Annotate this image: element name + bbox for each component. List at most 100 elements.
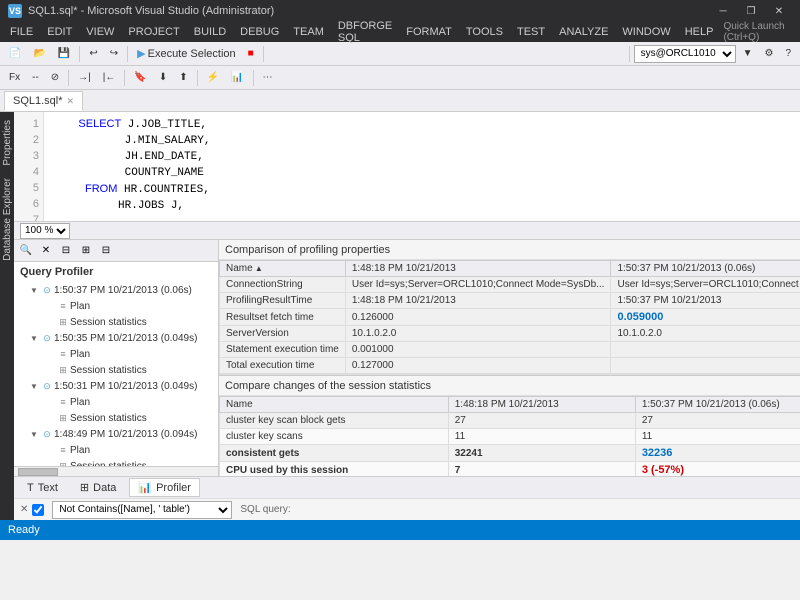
sql-tb-sep-4 — [253, 70, 254, 86]
execute-button[interactable]: ▶ Execute Selection — [132, 44, 241, 64]
expand-arrow-4[interactable]: ▼ — [30, 430, 40, 439]
tree-node-2b[interactable]: ⊞ Session statistics — [14, 362, 218, 378]
filter-close-btn[interactable]: ✕ — [20, 504, 28, 515]
quick-launch-label: Quick Launch (Ctrl+Q) — [723, 21, 795, 43]
menu-file[interactable]: FILE — [4, 22, 39, 42]
indent-button[interactable]: →| — [73, 68, 96, 88]
close-button[interactable]: ✕ — [766, 2, 792, 20]
tree-node-4b[interactable]: ⊞ Session statistics — [14, 458, 218, 466]
line-numbers: 1 2 3 4 5 6 7 — [14, 112, 44, 221]
profiler-table: Name 1:48:18 PM 10/21/2013 1:50:37 PM 10… — [219, 260, 800, 374]
menu-team[interactable]: TEAM — [287, 22, 330, 42]
menu-help[interactable]: HELP — [679, 22, 720, 42]
redo-button[interactable]: ↪ — [105, 44, 123, 64]
tree-node-4[interactable]: ▼ ⊙ 1:48:49 PM 10/21/2013 (0.094s) — [14, 426, 218, 442]
tree-node-1a[interactable]: ≡ Plan — [14, 298, 218, 314]
menu-project[interactable]: PROJECT — [122, 22, 185, 42]
prev-bookmark-button[interactable]: ⬆ — [174, 68, 192, 88]
tree-node-4a[interactable]: ≡ Plan — [14, 442, 218, 458]
tree-node-3[interactable]: ▼ ⊙ 1:50:31 PM 10/21/2013 (0.049s) — [14, 378, 218, 394]
table-row: CPU used by this session 7 3 (-57%) — [220, 462, 800, 477]
tree-delete-btn[interactable]: ✕ — [38, 243, 54, 259]
comment-button[interactable]: -- — [27, 68, 44, 88]
tree-clear-btn[interactable]: ⊟ — [58, 243, 74, 259]
title-bar: VS SQL1.sql* - Microsoft Visual Studio (… — [0, 0, 800, 22]
new-file-button[interactable]: 📄 — [4, 44, 26, 64]
compare-table-wrap[interactable]: Name 1:48:18 PM 10/21/2013 1:50:37 PM 10… — [219, 396, 800, 476]
compare-col-val1[interactable]: 1:48:18 PM 10/21/2013 — [448, 397, 635, 413]
menu-format[interactable]: FORMAT — [400, 22, 458, 42]
menu-edit[interactable]: EDIT — [41, 22, 78, 42]
tab-sql1-close[interactable]: ✕ — [67, 96, 75, 107]
run-profiler-button[interactable]: ⚡ — [202, 68, 224, 88]
hscroll-thumb[interactable] — [18, 468, 58, 476]
minimize-button[interactable]: ─ — [710, 2, 736, 20]
tree-content[interactable]: ▼ ⊙ 1:50:37 PM 10/21/2013 (0.06s) ≡ Plan — [14, 282, 218, 466]
connection-select[interactable]: sys@ORCL1010 — [634, 45, 736, 63]
plan-icon-2a: ≡ — [56, 347, 70, 361]
compare-col-val2[interactable]: 1:50:37 PM 10/21/2013 (0.06s) — [635, 397, 800, 413]
tab-strip: SQL1.sql* ✕ — [0, 90, 800, 112]
bookmark-button[interactable]: 🔖 — [129, 68, 151, 88]
menu-view[interactable]: VIEW — [80, 22, 120, 42]
next-bookmark-button[interactable]: ⬇ — [154, 68, 172, 88]
profiler-col-val2[interactable]: 1:50:37 PM 10/21/2013 (0.06s) — [611, 261, 800, 277]
tree-label-1a: Plan — [70, 301, 90, 312]
tree-label-2: 1:50:35 PM 10/21/2013 (0.049s) — [54, 333, 197, 344]
title-bar-left: VS SQL1.sql* - Microsoft Visual Studio (… — [8, 4, 274, 18]
tree-node-1[interactable]: ▼ ⊙ 1:50:37 PM 10/21/2013 (0.06s) — [14, 282, 218, 298]
zoom-select[interactable]: 100 % — [20, 223, 70, 239]
stop-button[interactable]: ■ — [243, 44, 259, 64]
outdent-button[interactable]: |← — [98, 68, 121, 88]
restore-button[interactable]: ❐ — [738, 2, 764, 20]
cell-val2: 3 (-57%) — [635, 462, 800, 477]
tab-sql1[interactable]: SQL1.sql* ✕ — [4, 91, 83, 111]
sidebar-db-explorer[interactable]: Database Explorer — [0, 174, 15, 265]
format-button[interactable]: Fx — [4, 68, 25, 88]
open-button[interactable]: 📂 — [28, 44, 50, 64]
tree-node-2a[interactable]: ≡ Plan — [14, 346, 218, 362]
expand-arrow-1[interactable]: ▼ — [30, 286, 40, 295]
settings-button[interactable]: ⚙ — [759, 44, 778, 64]
uncomment-button[interactable]: ⊘ — [46, 68, 64, 88]
tree-collapse-btn[interactable]: ⊟ — [98, 243, 114, 259]
menu-tools[interactable]: TOOLS — [460, 22, 509, 42]
expand-arrow-3[interactable]: ▼ — [30, 382, 40, 391]
more-options-button[interactable]: ⋯ — [258, 68, 278, 88]
tree-node-3b[interactable]: ⊞ Session statistics — [14, 410, 218, 426]
menu-analyze[interactable]: ANALYZE — [553, 22, 614, 42]
tree-node-3a[interactable]: ≡ Plan — [14, 394, 218, 410]
help-button[interactable]: ? — [780, 44, 796, 64]
execute-label: Execute Selection — [148, 48, 236, 60]
tab-profiler[interactable]: 📊 Profiler — [129, 478, 200, 497]
profiler-col-name[interactable]: Name — [220, 261, 346, 277]
tree-node-1b[interactable]: ⊞ Session statistics — [14, 314, 218, 330]
save-button[interactable]: 💾 — [53, 44, 75, 64]
tab-data[interactable]: ⊞ Data — [71, 478, 125, 497]
sidebar-properties[interactable]: Properties — [0, 116, 15, 170]
analyze-button[interactable]: 📊 — [226, 68, 248, 88]
tree-hscroll[interactable] — [14, 466, 218, 476]
cell-name: cluster key scan block gets — [220, 413, 449, 429]
compare-col-name[interactable]: Name — [220, 397, 449, 413]
connection-options-button[interactable]: ▼ — [738, 44, 758, 64]
menu-dbforge[interactable]: DBFORGE SQL — [332, 22, 398, 42]
cell-name: CPU used by this session — [220, 462, 449, 477]
menu-build[interactable]: BUILD — [188, 22, 232, 42]
expand-arrow-2[interactable]: ▼ — [30, 334, 40, 343]
sql-code-area[interactable]: SELECT J.JOB_TITLE, J.MIN_SALARY, JH.END… — [44, 112, 800, 221]
tree-search-btn[interactable]: 🔍 — [18, 243, 34, 259]
status-bar: Ready — [0, 520, 800, 540]
tree-expand-btn[interactable]: ⊞ — [78, 243, 94, 259]
menu-debug[interactable]: DEBUG — [234, 22, 285, 42]
filter-combo[interactable]: Not Contains([Name], ' table') — [52, 501, 232, 519]
tree-node-2[interactable]: ▼ ⊙ 1:50:35 PM 10/21/2013 (0.049s) — [14, 330, 218, 346]
menu-test[interactable]: TEST — [511, 22, 551, 42]
cell-val2: 1:50:37 PM 10/21/2013 — [611, 293, 800, 309]
tab-text[interactable]: T Text — [18, 479, 67, 497]
undo-button[interactable]: ↩ — [84, 44, 102, 64]
menu-window[interactable]: WINDOW — [616, 22, 676, 42]
profiler-col-val1[interactable]: 1:48:18 PM 10/21/2013 — [345, 261, 611, 277]
table-row: cluster key scans 11 11 — [220, 429, 800, 445]
filter-checkbox[interactable] — [32, 504, 44, 516]
